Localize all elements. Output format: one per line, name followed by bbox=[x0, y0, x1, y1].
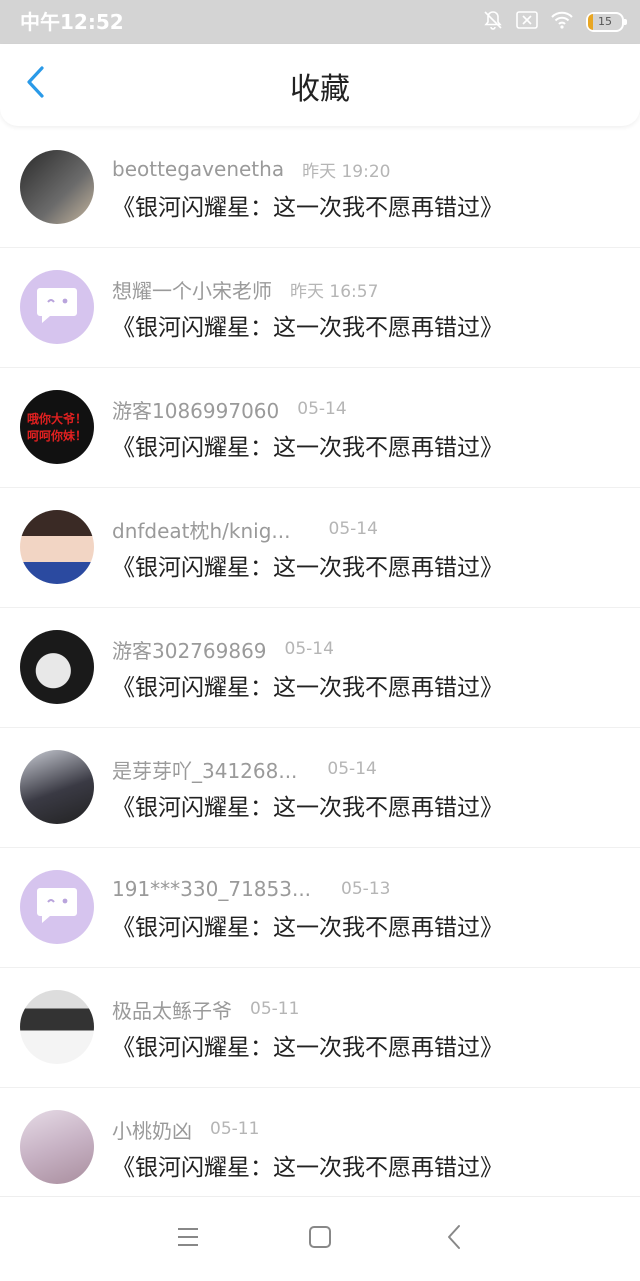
list-item[interactable]: 想耀一个小宋老师 昨天 16:57 《银河闪耀星：这一次我不愿再错过》 bbox=[0, 248, 640, 368]
username[interactable]: dnfdeat枕h/knig... bbox=[112, 515, 291, 544]
username[interactable]: 游客1086997060 bbox=[112, 395, 279, 424]
timestamp: 05-14 bbox=[297, 399, 347, 419]
menu-icon bbox=[176, 1226, 200, 1252]
timestamp: 05-11 bbox=[250, 999, 300, 1019]
timestamp: 05-13 bbox=[341, 879, 391, 899]
list-item[interactable]: 哦你大爷！ 呵呵你妹！ 游客1086997060 05-14 《银河闪耀星：这一… bbox=[0, 368, 640, 488]
avatar[interactable] bbox=[20, 270, 94, 344]
item-meta: 游客1086997060 05-14 bbox=[112, 392, 347, 426]
avatar-caption-line: 呵呵你妹！ bbox=[26, 429, 87, 443]
item-title[interactable]: 《银河闪耀星：这一次我不愿再错过》 bbox=[112, 1148, 503, 1182]
home-button[interactable] bbox=[298, 1217, 342, 1261]
item-title[interactable]: 《银河闪耀星：这一次我不愿再错过》 bbox=[112, 668, 503, 702]
item-title[interactable]: 《银河闪耀星：这一次我不愿再错过》 bbox=[112, 308, 503, 342]
username[interactable]: 是芽芽吖_341268... bbox=[112, 755, 297, 784]
timestamp: 昨天 19:20 bbox=[302, 161, 391, 182]
menu-button[interactable] bbox=[166, 1217, 210, 1261]
list-item[interactable]: 极品太鲧子爷 05-11 《银河闪耀星：这一次我不愿再错过》 bbox=[0, 968, 640, 1088]
back-button[interactable] bbox=[14, 62, 58, 106]
list-item[interactable]: beottegavenetha 昨天 19:20 《银河闪耀星：这一次我不愿再错… bbox=[0, 128, 640, 248]
username[interactable]: 小桃奶凶 bbox=[112, 1115, 192, 1144]
item-meta: 游客302769869 05-14 bbox=[112, 632, 334, 666]
item-meta: dnfdeat枕h/knig... 05-14 bbox=[112, 512, 378, 546]
list-item[interactable]: 191***330_71853... 05-13 《银河闪耀星：这一次我不愿再错… bbox=[0, 848, 640, 968]
username[interactable]: beottegavenetha bbox=[112, 157, 284, 181]
username[interactable]: 191***330_71853... bbox=[112, 877, 311, 901]
item-meta: 是芽芽吖_341268... 05-14 bbox=[112, 752, 377, 786]
system-back-button[interactable] bbox=[432, 1217, 476, 1261]
item-title[interactable]: 《银河闪耀星：这一次我不愿再错过》 bbox=[112, 428, 503, 462]
avatar-caption-line: 哦你大爷！ bbox=[26, 412, 87, 426]
default-avatar-icon bbox=[34, 884, 80, 930]
item-meta: 极品太鲧子爷 05-11 bbox=[112, 992, 299, 1026]
avatar[interactable]: 哦你大爷！ 呵呵你妹！ bbox=[20, 390, 94, 464]
item-title[interactable]: 《银河闪耀星：这一次我不愿再错过》 bbox=[112, 548, 503, 582]
item-meta: 191***330_71853... 05-13 bbox=[112, 872, 390, 906]
battery-level: 15 bbox=[598, 15, 612, 28]
timestamp: 05-14 bbox=[327, 759, 377, 779]
battery-icon: 15 bbox=[586, 12, 627, 32]
username[interactable]: 想耀一个小宋老师 bbox=[112, 275, 272, 304]
username[interactable]: 游客302769869 bbox=[112, 635, 267, 664]
item-title[interactable]: 《银河闪耀星：这一次我不愿再错过》 bbox=[112, 788, 503, 822]
timestamp: 05-14 bbox=[284, 639, 334, 659]
avatar[interactable] bbox=[20, 870, 94, 944]
avatar[interactable] bbox=[20, 990, 94, 1064]
status-icons: 15 bbox=[482, 8, 627, 36]
header: 收藏 bbox=[0, 44, 640, 126]
no-sim-icon bbox=[516, 10, 538, 34]
item-title[interactable]: 《银河闪耀星：这一次我不愿再错过》 bbox=[112, 908, 503, 942]
avatar[interactable] bbox=[20, 510, 94, 584]
status-time: 中午12:52 bbox=[20, 10, 124, 34]
timestamp: 05-11 bbox=[210, 1119, 260, 1139]
timestamp: 05-14 bbox=[328, 519, 378, 539]
mute-bell-icon bbox=[482, 9, 504, 35]
item-meta: 小桃奶凶 05-11 bbox=[112, 1112, 259, 1146]
item-meta: beottegavenetha 昨天 19:20 bbox=[112, 152, 390, 186]
username[interactable]: 极品太鲧子爷 bbox=[112, 995, 232, 1024]
list-item[interactable]: dnfdeat枕h/knig... 05-14 《银河闪耀星：这一次我不愿再错过… bbox=[0, 488, 640, 608]
wifi-icon bbox=[550, 10, 574, 34]
avatar[interactable] bbox=[20, 750, 94, 824]
back-triangle-icon bbox=[445, 1224, 463, 1254]
item-title[interactable]: 《银河闪耀星：这一次我不愿再错过》 bbox=[112, 1028, 503, 1062]
battery-fill bbox=[588, 14, 594, 30]
favorites-list: beottegavenetha 昨天 19:20 《银河闪耀星：这一次我不愿再错… bbox=[0, 128, 640, 1208]
item-meta: 想耀一个小宋老师 昨天 16:57 bbox=[112, 272, 378, 306]
list-item[interactable]: 游客302769869 05-14 《银河闪耀星：这一次我不愿再错过》 bbox=[0, 608, 640, 728]
list-item[interactable]: 是芽芽吖_341268... 05-14 《银河闪耀星：这一次我不愿再错过》 bbox=[0, 728, 640, 848]
home-square-icon bbox=[308, 1225, 332, 1253]
chevron-left-icon bbox=[25, 65, 47, 103]
status-bar: 中午12:52 15 bbox=[0, 0, 640, 44]
default-avatar-icon bbox=[34, 284, 80, 330]
avatar[interactable] bbox=[20, 150, 94, 224]
system-nav-bar bbox=[0, 1196, 640, 1281]
avatar[interactable] bbox=[20, 1110, 94, 1184]
timestamp: 昨天 16:57 bbox=[290, 281, 379, 302]
item-title[interactable]: 《银河闪耀星：这一次我不愿再错过》 bbox=[112, 188, 503, 222]
page-title: 收藏 bbox=[290, 72, 350, 107]
list-item[interactable]: 小桃奶凶 05-11 《银河闪耀星：这一次我不愿再错过》 bbox=[0, 1088, 640, 1208]
avatar[interactable] bbox=[20, 630, 94, 704]
